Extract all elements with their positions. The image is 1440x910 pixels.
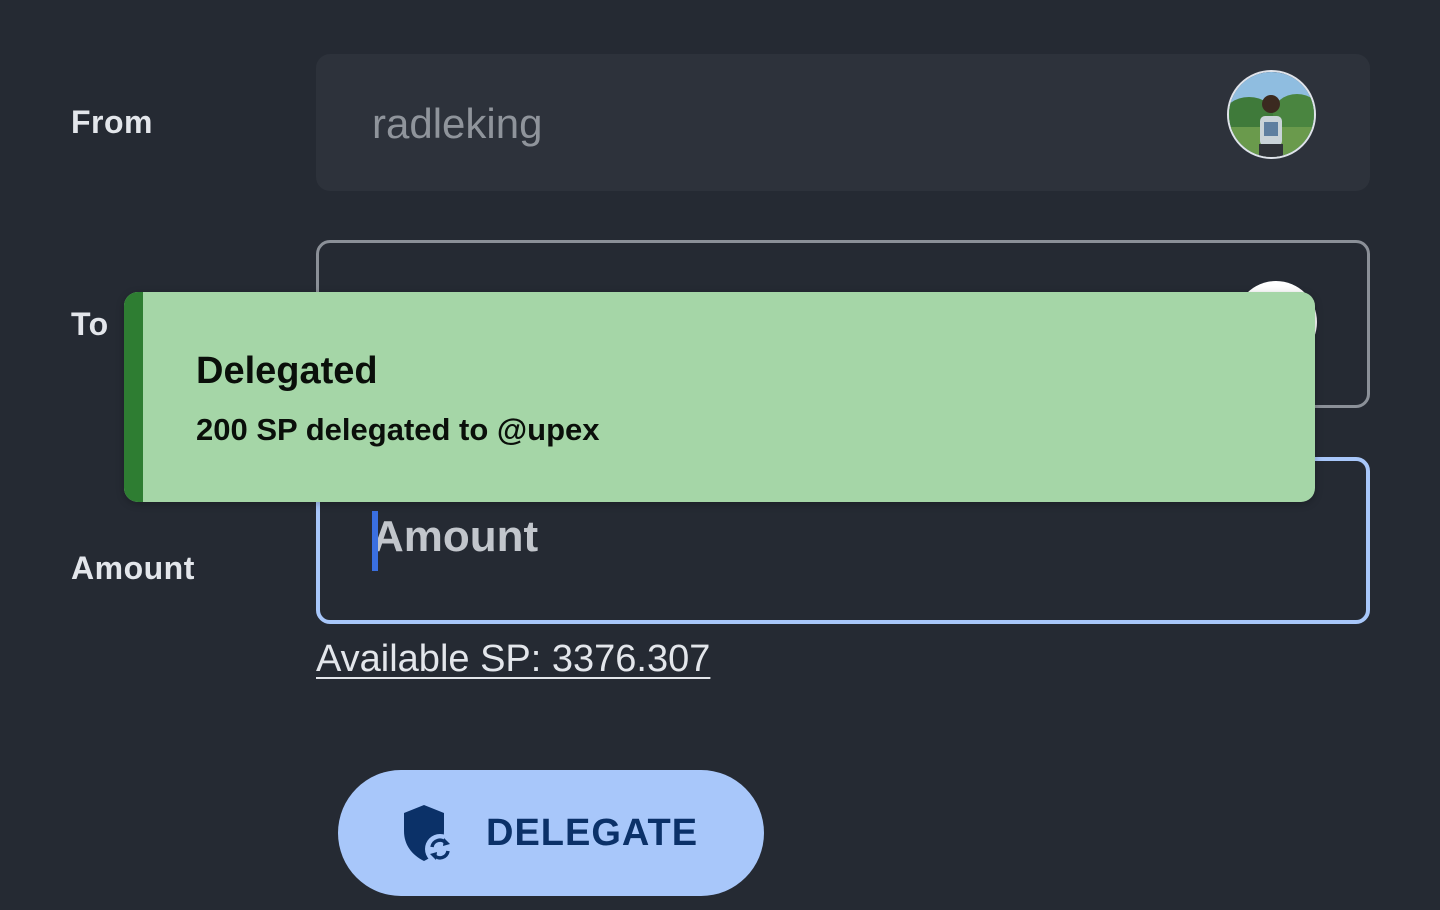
amount-label: Amount (71, 550, 195, 586)
from-field: radleking (316, 54, 1370, 191)
from-avatar (1227, 70, 1316, 159)
text-caret (372, 511, 378, 571)
toast-title: Delegated (196, 350, 378, 392)
amount-input[interactable] (372, 499, 1272, 575)
to-label: To (71, 306, 109, 342)
shield-sync-icon (400, 803, 456, 865)
toast-accent-bar (124, 292, 143, 502)
from-label: From (71, 104, 153, 140)
available-sp-link[interactable]: Available SP: 3376.307 (316, 638, 710, 681)
toast-message: 200 SP delegated to @upex (196, 412, 600, 447)
delegate-button-label: DELEGATE (486, 812, 699, 854)
toast-notification: Delegated 200 SP delegated to @upex (124, 292, 1315, 502)
from-value: radleking (372, 100, 543, 147)
delegate-button[interactable]: DELEGATE (338, 770, 764, 896)
